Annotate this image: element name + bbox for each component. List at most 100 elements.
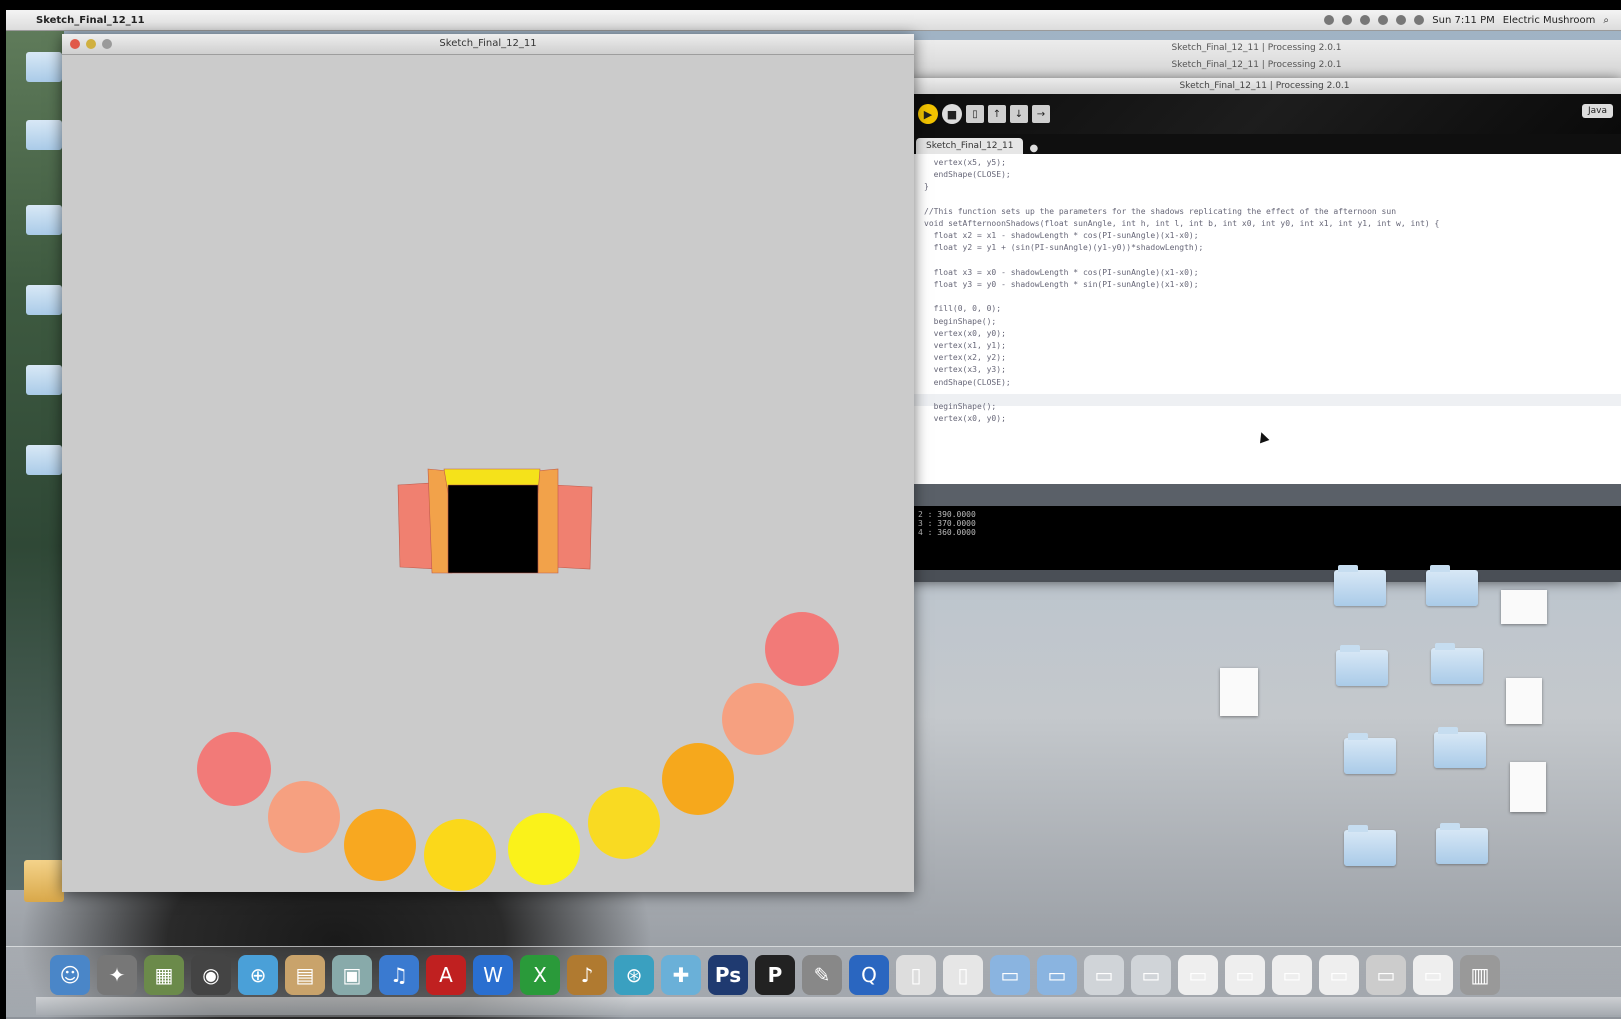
guitar-icon[interactable]: ♪ (567, 955, 607, 995)
excel-icon[interactable]: X (520, 955, 560, 995)
window-icon[interactable]: ▭ (1084, 955, 1124, 995)
folder-stack-icon[interactable]: ▭ (990, 955, 1030, 995)
ide-background-title-1[interactable]: Sketch_Final_12_11 | Processing 2.0.1 (892, 40, 1621, 57)
close-icon[interactable] (70, 39, 80, 49)
spotlight-search-icon[interactable]: ⌕ (1603, 15, 1609, 26)
sketch-window-title: Sketch_Final_12_11 (439, 38, 537, 49)
sun-circle (765, 612, 839, 686)
desktop-folder-icon[interactable] (1344, 825, 1396, 866)
desktop-folder-icon[interactable] (1344, 733, 1396, 774)
acrobat-icon[interactable]: A (426, 955, 466, 995)
compass-icon[interactable]: ✦ (97, 955, 137, 995)
window-icon-5[interactable]: ▭ (1272, 955, 1312, 995)
play-icon[interactable]: ▶ (918, 104, 938, 124)
mouse-cursor-icon (1256, 430, 1270, 444)
sketch-titlebar[interactable]: Sketch_Final_12_11 (62, 34, 914, 55)
document-icon-2[interactable]: ▯ (943, 955, 983, 995)
wifi-icon[interactable] (1396, 15, 1407, 25)
new-icon[interactable]: ▯ (966, 105, 984, 123)
sun-circle (722, 683, 794, 755)
ide-window: Sketch_Final_12_11 | Processing 2.0.1 ▶ … (908, 78, 1621, 582)
window-icon-7[interactable]: ▭ (1366, 955, 1406, 995)
export-icon[interactable]: → (1032, 105, 1050, 123)
document-icon[interactable]: ▯ (896, 955, 936, 995)
desktop-folder-icon[interactable] (1436, 823, 1488, 864)
photos-icon[interactable]: ▦ (144, 955, 184, 995)
console-line: 3 : 370.0000 (918, 519, 976, 528)
window-icon-8[interactable]: ▭ (1413, 955, 1453, 995)
status-bar (908, 570, 1621, 582)
menu-user[interactable]: Electric Mushroom (1503, 15, 1596, 26)
network-icon[interactable]: ⊛ (614, 955, 654, 995)
sketch-canvas[interactable] (62, 55, 914, 892)
desktop-folder-icon[interactable] (1334, 565, 1386, 606)
code-line: endShape(CLOSE); (924, 377, 1011, 387)
stop-icon[interactable]: ■ (942, 104, 962, 124)
quicktime-icon[interactable]: Q (849, 955, 889, 995)
save-icon[interactable]: ↓ (1010, 105, 1028, 123)
battery-icon[interactable] (1414, 15, 1425, 25)
itunes-icon[interactable]: ♫ (379, 955, 419, 995)
window-icon-2[interactable]: ▭ (1131, 955, 1171, 995)
code-line: vertex(x0, y0); (924, 414, 1006, 424)
console-line: 2 : 390.0000 (918, 510, 976, 519)
sun-circle (197, 732, 271, 806)
add-tab-icon[interactable]: ● (1029, 143, 1038, 154)
console-output: 2 : 390.0000 3 : 370.0000 4 : 360.0000 (908, 506, 1621, 570)
desktop-document-icon[interactable] (1510, 762, 1546, 812)
code-line: fill(0, 0, 0); (924, 304, 1002, 314)
desktop-app-icon[interactable] (1501, 590, 1547, 624)
safari-icon[interactable]: ⊕ (238, 955, 278, 995)
window-icon-6[interactable]: ▭ (1319, 955, 1359, 995)
desktop-folder-icon[interactable] (26, 120, 62, 150)
bluetooth-icon[interactable] (1360, 15, 1371, 25)
code-line: float y3 = y0 - shadowLength * sin(PI-su… (924, 280, 1199, 289)
sketch-window: Sketch_Final_12_11 (62, 34, 914, 892)
desktop-document-icon[interactable] (1220, 668, 1258, 716)
menu-app-name[interactable]: Sketch_Final_12_11 (36, 15, 145, 26)
word-icon[interactable]: W (473, 955, 513, 995)
desktop-app-icon[interactable] (1506, 678, 1542, 724)
desktop-folder-icon[interactable] (1426, 565, 1478, 606)
minimize-icon[interactable] (86, 39, 96, 49)
desktop-folder-icon[interactable] (1434, 727, 1486, 768)
zoom-icon[interactable] (102, 39, 112, 49)
open-icon[interactable]: ↑ (988, 105, 1006, 123)
desktop-disk-icon[interactable] (24, 860, 64, 902)
menu-clock[interactable]: Sun 7:11 PM (1432, 15, 1495, 26)
code-line: float x2 = x1 - shadowLength * cos(PI-su… (924, 231, 1199, 241)
mode-selector[interactable]: Java (1581, 104, 1613, 118)
desktop-folder-icon[interactable] (26, 205, 62, 235)
ide-titlebar[interactable]: Sketch_Final_12_11 | Processing 2.0.1 (908, 78, 1621, 94)
volume-icon[interactable] (1378, 15, 1389, 25)
trash-icon[interactable]: ▥ (1460, 955, 1500, 995)
time-machine-icon[interactable] (1342, 15, 1353, 25)
tab-sketch[interactable]: Sketch_Final_12_11 (916, 138, 1024, 154)
code-editor[interactable]: vertex(x5, y5); endShape(CLOSE);} //This … (908, 154, 1621, 484)
dashboard-icon[interactable]: ◉ (191, 955, 231, 995)
photoshop-icon[interactable]: Ps (708, 955, 748, 995)
window-opening (447, 484, 539, 574)
desktop-folder-icon[interactable] (26, 445, 62, 475)
apps-icon[interactable]: ✚ (661, 955, 701, 995)
status-icon[interactable] (1324, 15, 1335, 25)
window-icon-3[interactable]: ▭ (1178, 955, 1218, 995)
code-line: float x3 = x0 - shadowLength * cos(PI-su… (924, 267, 1199, 277)
code-line: } (924, 182, 929, 192)
code-line: //This function sets up the parameters f… (924, 206, 1397, 216)
ide-background-title-2[interactable]: Sketch_Final_12_11 | Processing 2.0.1 (892, 57, 1621, 74)
desktop-folder-icon[interactable] (26, 365, 62, 395)
script-icon[interactable]: ✎ (802, 955, 842, 995)
desktop-folder-icon[interactable] (1336, 645, 1388, 686)
window-icon-4[interactable]: ▭ (1225, 955, 1265, 995)
code-line: vertex(x5, y5); (924, 158, 1006, 167)
folder-stack-icon-2[interactable]: ▭ (1037, 955, 1077, 995)
desktop-folder-icon[interactable] (26, 285, 62, 315)
ide-background-windows: Sketch_Final_12_11 | Processing 2.0.1 Sk… (892, 40, 1621, 81)
processing-icon[interactable]: P (755, 955, 795, 995)
desktop-folder-icon[interactable] (1431, 643, 1483, 684)
desktop-folder-icon[interactable] (26, 52, 62, 82)
finder-icon[interactable]: ☺ (50, 955, 90, 995)
preview-icon[interactable]: ▣ (332, 955, 372, 995)
notes-icon[interactable]: ▤ (285, 955, 325, 995)
